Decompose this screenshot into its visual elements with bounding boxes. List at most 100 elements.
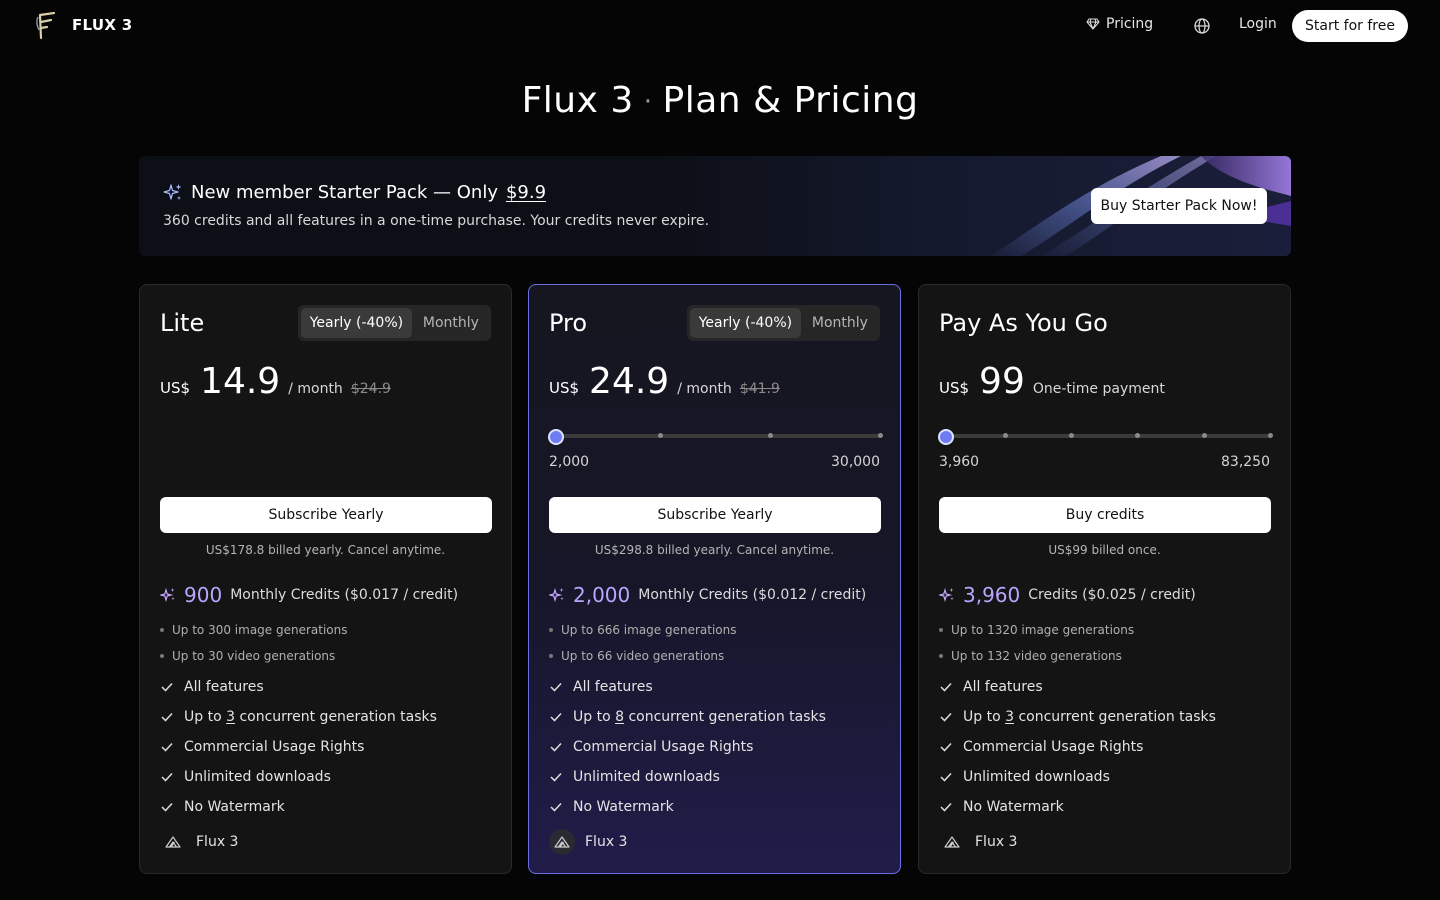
list-item: Up to 666 image generations [549, 623, 737, 637]
check-icon [940, 802, 952, 812]
feature-prefix: Up to [573, 709, 611, 725]
slider-track[interactable] [939, 434, 1271, 438]
list-item: Up to 1320 image generations [939, 623, 1134, 637]
feature-item: Commercial Usage Rights [160, 739, 364, 755]
slider-tick [1069, 433, 1074, 438]
start-for-free-button[interactable]: Start for free [1292, 10, 1408, 42]
slider-track[interactable] [549, 434, 881, 438]
price-row: US$ 99 One-time payment [939, 361, 1165, 402]
banner-price: $9.9 [505, 182, 547, 203]
page-title: Flux 3 · Plan & Pricing [0, 80, 1440, 121]
check-icon [161, 742, 173, 752]
nav-pricing-link[interactable]: Pricing [1086, 16, 1153, 32]
old-price: $24.9 [350, 381, 391, 397]
banner-headline-text: New member Starter Pack — Only [191, 182, 498, 203]
feature-item: Up to 8 concurrent generation tasks [549, 709, 826, 725]
concurrency-count: 8 [615, 709, 625, 725]
sparkles-icon [549, 587, 564, 603]
feature-suffix: concurrent generation tasks [628, 709, 826, 725]
feature-text: No Watermark [184, 799, 285, 815]
subscribe-yearly-button[interactable]: Subscribe Yearly [160, 497, 492, 533]
slider-tick [768, 433, 773, 438]
slider-tick [658, 433, 663, 438]
model-name: Flux 3 [585, 834, 628, 850]
credits-row: 3,960 Credits ($0.025 / credit) [939, 583, 1196, 607]
check-icon [161, 802, 173, 812]
model-row: Flux 3 [160, 829, 238, 855]
credits-slider[interactable] [548, 429, 883, 445]
check-icon [161, 772, 173, 782]
feature-prefix: Up to [184, 709, 222, 725]
bullet-dot [939, 654, 943, 658]
feature-text: Commercial Usage Rights [963, 739, 1144, 755]
check-icon [940, 742, 952, 752]
model-name: Flux 3 [196, 834, 239, 850]
toggle-yearly[interactable]: Yearly (-40%) [301, 308, 412, 338]
buy-credits-button[interactable]: Buy credits [939, 497, 1271, 533]
model-row: Flux 3 [939, 829, 1017, 855]
bullet-dot [160, 654, 164, 658]
check-icon [161, 682, 173, 692]
buy-starter-pack-button[interactable]: Buy Starter Pack Now! [1091, 188, 1267, 224]
slider-thumb[interactable] [548, 429, 564, 445]
model-row: Flux 3 [549, 829, 627, 855]
feature-text: Commercial Usage Rights [184, 739, 365, 755]
banner-headline: New member Starter Pack — Only $9.9 [163, 182, 546, 203]
slider-tick [878, 433, 883, 438]
credits-slider[interactable] [938, 429, 1273, 445]
feature-text: Up to 8 concurrent generation tasks [573, 709, 826, 725]
model-badge [549, 829, 575, 855]
flux-logo-icon[interactable] [34, 12, 60, 40]
page-title-sub: Plan & Pricing [662, 80, 919, 121]
credits-row: 900 Monthly Credits ($0.017 / credit) [160, 583, 458, 607]
slider-tick [1003, 433, 1008, 438]
feature-item: Commercial Usage Rights [549, 739, 753, 755]
credits-row: 2,000 Monthly Credits ($0.012 / credit) [549, 583, 866, 607]
currency: US$ [160, 379, 191, 397]
brand-name[interactable]: FLUX 3 [72, 16, 132, 34]
currency: US$ [939, 379, 970, 397]
sub-item-text: Up to 666 image generations [561, 623, 737, 637]
feature-item: All features [160, 679, 264, 695]
plan-card-lite: Lite Yearly (-40%) Monthly US$ 14.9 / mo… [139, 284, 512, 874]
check-icon [940, 712, 952, 722]
list-item: Up to 132 video generations [939, 649, 1122, 663]
model-name: Flux 3 [975, 834, 1018, 850]
old-price: $41.9 [739, 381, 780, 397]
slider-max-label: 30,000 [831, 454, 880, 470]
feature-item: Up to 3 concurrent generation tasks [939, 709, 1216, 725]
check-icon [940, 682, 952, 692]
login-link[interactable]: Login [1239, 16, 1277, 32]
bullet-dot [160, 628, 164, 632]
sub-item-text: Up to 300 image generations [172, 623, 348, 637]
credits-amount: 3,960 [963, 583, 1021, 607]
feature-text: Unlimited downloads [963, 769, 1110, 785]
slider-thumb[interactable] [938, 429, 954, 445]
sparkles-icon [163, 183, 182, 200]
billing-toggle: Yearly (-40%) Monthly [687, 305, 880, 341]
plan-card-pay-as-you-go: Pay As You Go US$ 99 One-time payment 3,… [918, 284, 1291, 874]
subscribe-yearly-button[interactable]: Subscribe Yearly [549, 497, 881, 533]
nav-pricing-label: Pricing [1106, 16, 1154, 32]
sparkles-icon [939, 587, 954, 603]
toggle-monthly[interactable]: Monthly [414, 308, 488, 338]
globe-icon[interactable] [1193, 17, 1211, 35]
feature-item: Up to 3 concurrent generation tasks [160, 709, 437, 725]
billing-note: US$178.8 billed yearly. Cancel anytime. [205, 543, 446, 557]
feature-text: Up to 3 concurrent generation tasks [963, 709, 1216, 725]
diamond-icon [1086, 18, 1100, 30]
check-icon [161, 712, 173, 722]
credits-description: Credits ($0.025 / credit) [1028, 587, 1196, 603]
page-title-separator: · [643, 87, 653, 117]
toggle-monthly[interactable]: Monthly [803, 308, 877, 338]
check-icon [550, 712, 562, 722]
check-icon [550, 802, 562, 812]
billing-note: US$298.8 billed yearly. Cancel anytime. [594, 543, 835, 557]
toggle-yearly[interactable]: Yearly (-40%) [690, 308, 801, 338]
plan-name: Pay As You Go [939, 309, 1108, 337]
feature-text: No Watermark [573, 799, 674, 815]
bullet-dot [549, 628, 553, 632]
sub-item-text: Up to 66 video generations [561, 649, 725, 663]
price-amount: 14.9 [200, 361, 281, 402]
credits-amount: 2,000 [573, 583, 631, 607]
